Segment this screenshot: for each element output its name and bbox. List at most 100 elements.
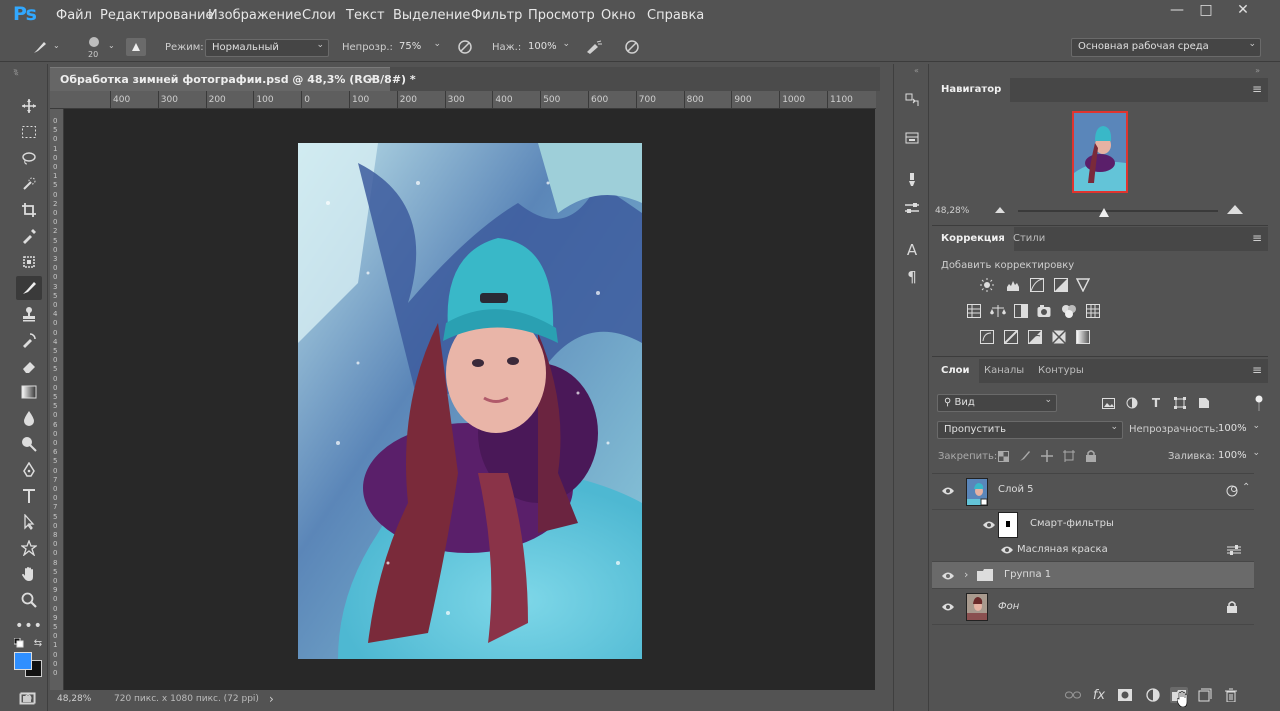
levels-icon[interactable]	[1004, 277, 1022, 293]
lock-icon[interactable]	[1226, 600, 1238, 614]
pressure-opacity-icon[interactable]	[455, 38, 475, 56]
filter-mask-thumbnail[interactable]	[998, 512, 1018, 538]
tab-layers[interactable]: Слои	[932, 359, 979, 383]
collapse-toolbar-icon[interactable]: «	[14, 69, 19, 78]
zoom-tool-icon[interactable]	[16, 588, 42, 612]
minimize-button[interactable]: —	[1164, 2, 1190, 20]
layer-row-background[interactable]: Фон	[932, 589, 1254, 625]
layer-style-fx-icon[interactable]: fx	[1090, 686, 1108, 704]
paragraph-panel-icon[interactable]: ¶	[902, 267, 922, 287]
gradient-map-icon[interactable]	[1074, 329, 1092, 345]
exposure-icon[interactable]	[1052, 277, 1070, 293]
visibility-eye-icon[interactable]	[1000, 544, 1014, 558]
lock-image-pixels-icon[interactable]	[1018, 449, 1032, 463]
menu-window[interactable]: Окно	[601, 8, 636, 23]
airbrush-icon[interactable]	[584, 38, 604, 56]
eyedropper-tool-icon[interactable]	[16, 224, 42, 248]
visibility-eye-icon[interactable]	[941, 601, 955, 615]
menu-type[interactable]: Текст	[346, 8, 385, 23]
curves-icon[interactable]	[1028, 277, 1046, 293]
blur-tool-icon[interactable]	[16, 406, 42, 430]
chevron-down-icon[interactable]: ⌄	[108, 41, 115, 50]
screen-mode-icon[interactable]	[18, 692, 36, 706]
invert-icon[interactable]	[978, 329, 996, 345]
tab-adjustments[interactable]: Коррекция	[932, 227, 1014, 251]
healing-brush-tool-icon[interactable]	[16, 250, 42, 274]
layer-name[interactable]: Фон	[998, 601, 1019, 612]
zoom-in-icon[interactable]	[1226, 203, 1244, 215]
tab-paths[interactable]: Контуры	[1029, 359, 1093, 383]
menu-select[interactable]: Выделение	[393, 8, 470, 23]
menu-help[interactable]: Справка	[647, 8, 704, 23]
photo-filter-icon[interactable]	[1036, 303, 1054, 319]
zoom-slider-thumb[interactable]	[1098, 207, 1110, 217]
lock-artboard-icon[interactable]	[1062, 449, 1076, 463]
brush-tool-preset-icon[interactable]	[30, 38, 50, 56]
channel-mixer-icon[interactable]	[1060, 303, 1078, 319]
brush-panel-toggle-icon[interactable]	[126, 38, 146, 56]
gradient-tool-icon[interactable]	[16, 380, 42, 404]
layer-name[interactable]: Группа 1	[1004, 569, 1051, 580]
color-lookup-icon[interactable]	[1084, 303, 1102, 319]
more-tools-icon[interactable]: •••	[15, 614, 42, 638]
layer-name[interactable]: Слой 5	[998, 484, 1034, 495]
layer-fill-input[interactable]: 100% ⌄	[1212, 448, 1264, 466]
brightness-contrast-icon[interactable]	[978, 277, 996, 293]
layer-row-layer5[interactable]: Слой 5 ⌃	[932, 474, 1254, 510]
character-panel-icon[interactable]: A	[902, 240, 922, 260]
navigator-thumbnail[interactable]	[1072, 111, 1128, 193]
close-document-icon[interactable]: ×	[367, 72, 377, 86]
menu-filter[interactable]: Фильтр	[471, 8, 522, 23]
vibrance-icon[interactable]	[1074, 277, 1092, 293]
layer-blend-mode-select[interactable]: Пропустить ⌄	[937, 421, 1123, 439]
menu-edit[interactable]: Редактирование	[100, 8, 213, 23]
new-adjustment-layer-icon[interactable]	[1144, 687, 1162, 703]
panel-menu-icon[interactable]: ≡	[1252, 231, 1262, 245]
lock-position-icon[interactable]	[1040, 449, 1054, 463]
navigator-zoom-value[interactable]: 48,28%	[935, 206, 969, 216]
status-zoom[interactable]: 48,28%	[57, 694, 91, 704]
visibility-eye-icon[interactable]	[941, 485, 955, 499]
maximize-button[interactable]: □	[1193, 2, 1219, 20]
filter-name[interactable]: Масляная краска	[1017, 544, 1108, 555]
lock-transparent-pixels-icon[interactable]	[996, 449, 1010, 463]
visibility-eye-icon[interactable]	[982, 519, 996, 533]
panel-menu-icon[interactable]: ≡	[1252, 363, 1262, 377]
history-brush-tool-icon[interactable]	[16, 328, 42, 352]
layer-opacity-input[interactable]: 100% ⌄	[1212, 421, 1264, 439]
hue-saturation-icon[interactable]	[965, 303, 983, 319]
filter-smart-object-icon[interactable]	[1196, 395, 1212, 411]
layer-filter-select[interactable]: ⚲ Вид ⌄	[937, 394, 1057, 412]
collapse-panels-icon[interactable]: »	[1255, 66, 1260, 75]
menu-image[interactable]: Изображение	[208, 8, 301, 23]
default-colors-icon[interactable]	[14, 638, 24, 648]
black-white-icon[interactable]	[1012, 303, 1030, 319]
clone-stamp-tool-icon[interactable]	[16, 302, 42, 326]
status-menu-arrow-icon[interactable]: ›	[269, 692, 274, 706]
path-selection-tool-icon[interactable]	[16, 510, 42, 534]
quick-selection-tool-icon[interactable]	[16, 172, 42, 196]
brush-tip-icon[interactable]	[84, 34, 104, 50]
zoom-slider-track[interactable]	[1018, 210, 1218, 212]
marquee-tool-icon[interactable]	[16, 120, 42, 144]
brush-settings-panel-icon[interactable]	[902, 169, 922, 189]
type-tool-icon[interactable]	[16, 484, 42, 508]
custom-shape-tool-icon[interactable]	[16, 536, 42, 560]
layer-row-oil-paint[interactable]: Масляная краска	[932, 540, 1254, 562]
foreground-color-swatch[interactable]	[14, 652, 32, 670]
history-panel-icon[interactable]	[902, 90, 922, 110]
visibility-eye-icon[interactable]	[941, 570, 955, 584]
collapse-effects-icon[interactable]: ⌃	[1242, 482, 1250, 493]
flow-select[interactable]: 100% ⌄	[522, 39, 574, 57]
eraser-tool-icon[interactable]	[16, 354, 42, 378]
expand-panels-icon[interactable]: «	[914, 66, 919, 75]
layer-row-smart-filters[interactable]: Смарт-фильтры	[932, 510, 1254, 540]
filter-shape-icon[interactable]	[1172, 395, 1188, 411]
adjustments-sliders-icon[interactable]	[902, 198, 922, 218]
filter-type-icon[interactable]: T	[1148, 395, 1164, 411]
expand-group-icon[interactable]: ›	[964, 568, 968, 581]
swap-colors-icon[interactable]: ⇆	[32, 637, 44, 649]
document-image[interactable]	[298, 143, 642, 659]
delete-layer-icon[interactable]	[1222, 687, 1240, 703]
move-tool-icon[interactable]	[16, 94, 42, 118]
